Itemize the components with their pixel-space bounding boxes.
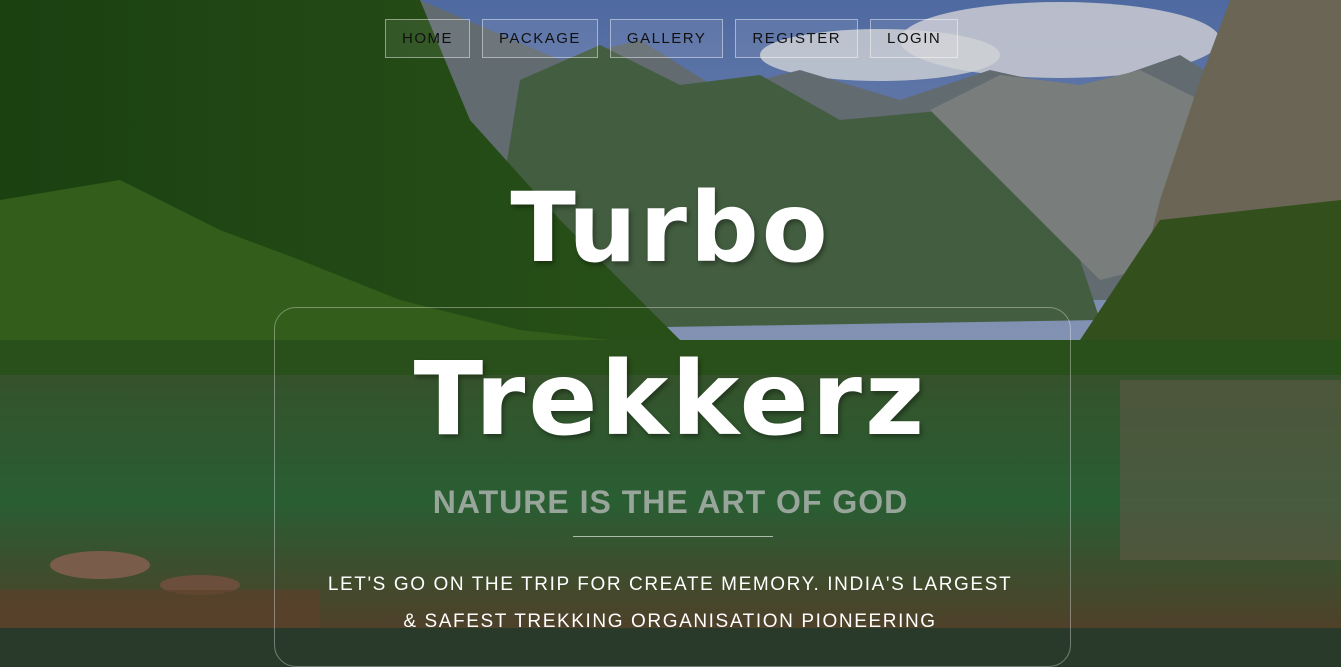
hero-description: LET'S GO ON THE TRIP FOR CREATE MEMORY. … [327,574,1013,632]
main-navigation: HOME PACKAGE GALLERY REGISTER LOGIN [385,19,959,58]
hero-title-line-1: Turbo [510,172,831,284]
nav-home-button[interactable]: HOME [385,19,470,58]
nav-login-button[interactable]: LOGIN [870,19,959,58]
nav-gallery-button[interactable]: GALLERY [609,19,724,58]
hero-tagline: NATURE IS THE ART OF GOD [432,484,909,520]
nav-register-button[interactable]: REGISTER [735,19,859,58]
nav-package-button[interactable]: PACKAGE [482,19,598,58]
hero-divider [573,536,773,537]
hero-title-line-2: Trekkerz [413,340,928,459]
